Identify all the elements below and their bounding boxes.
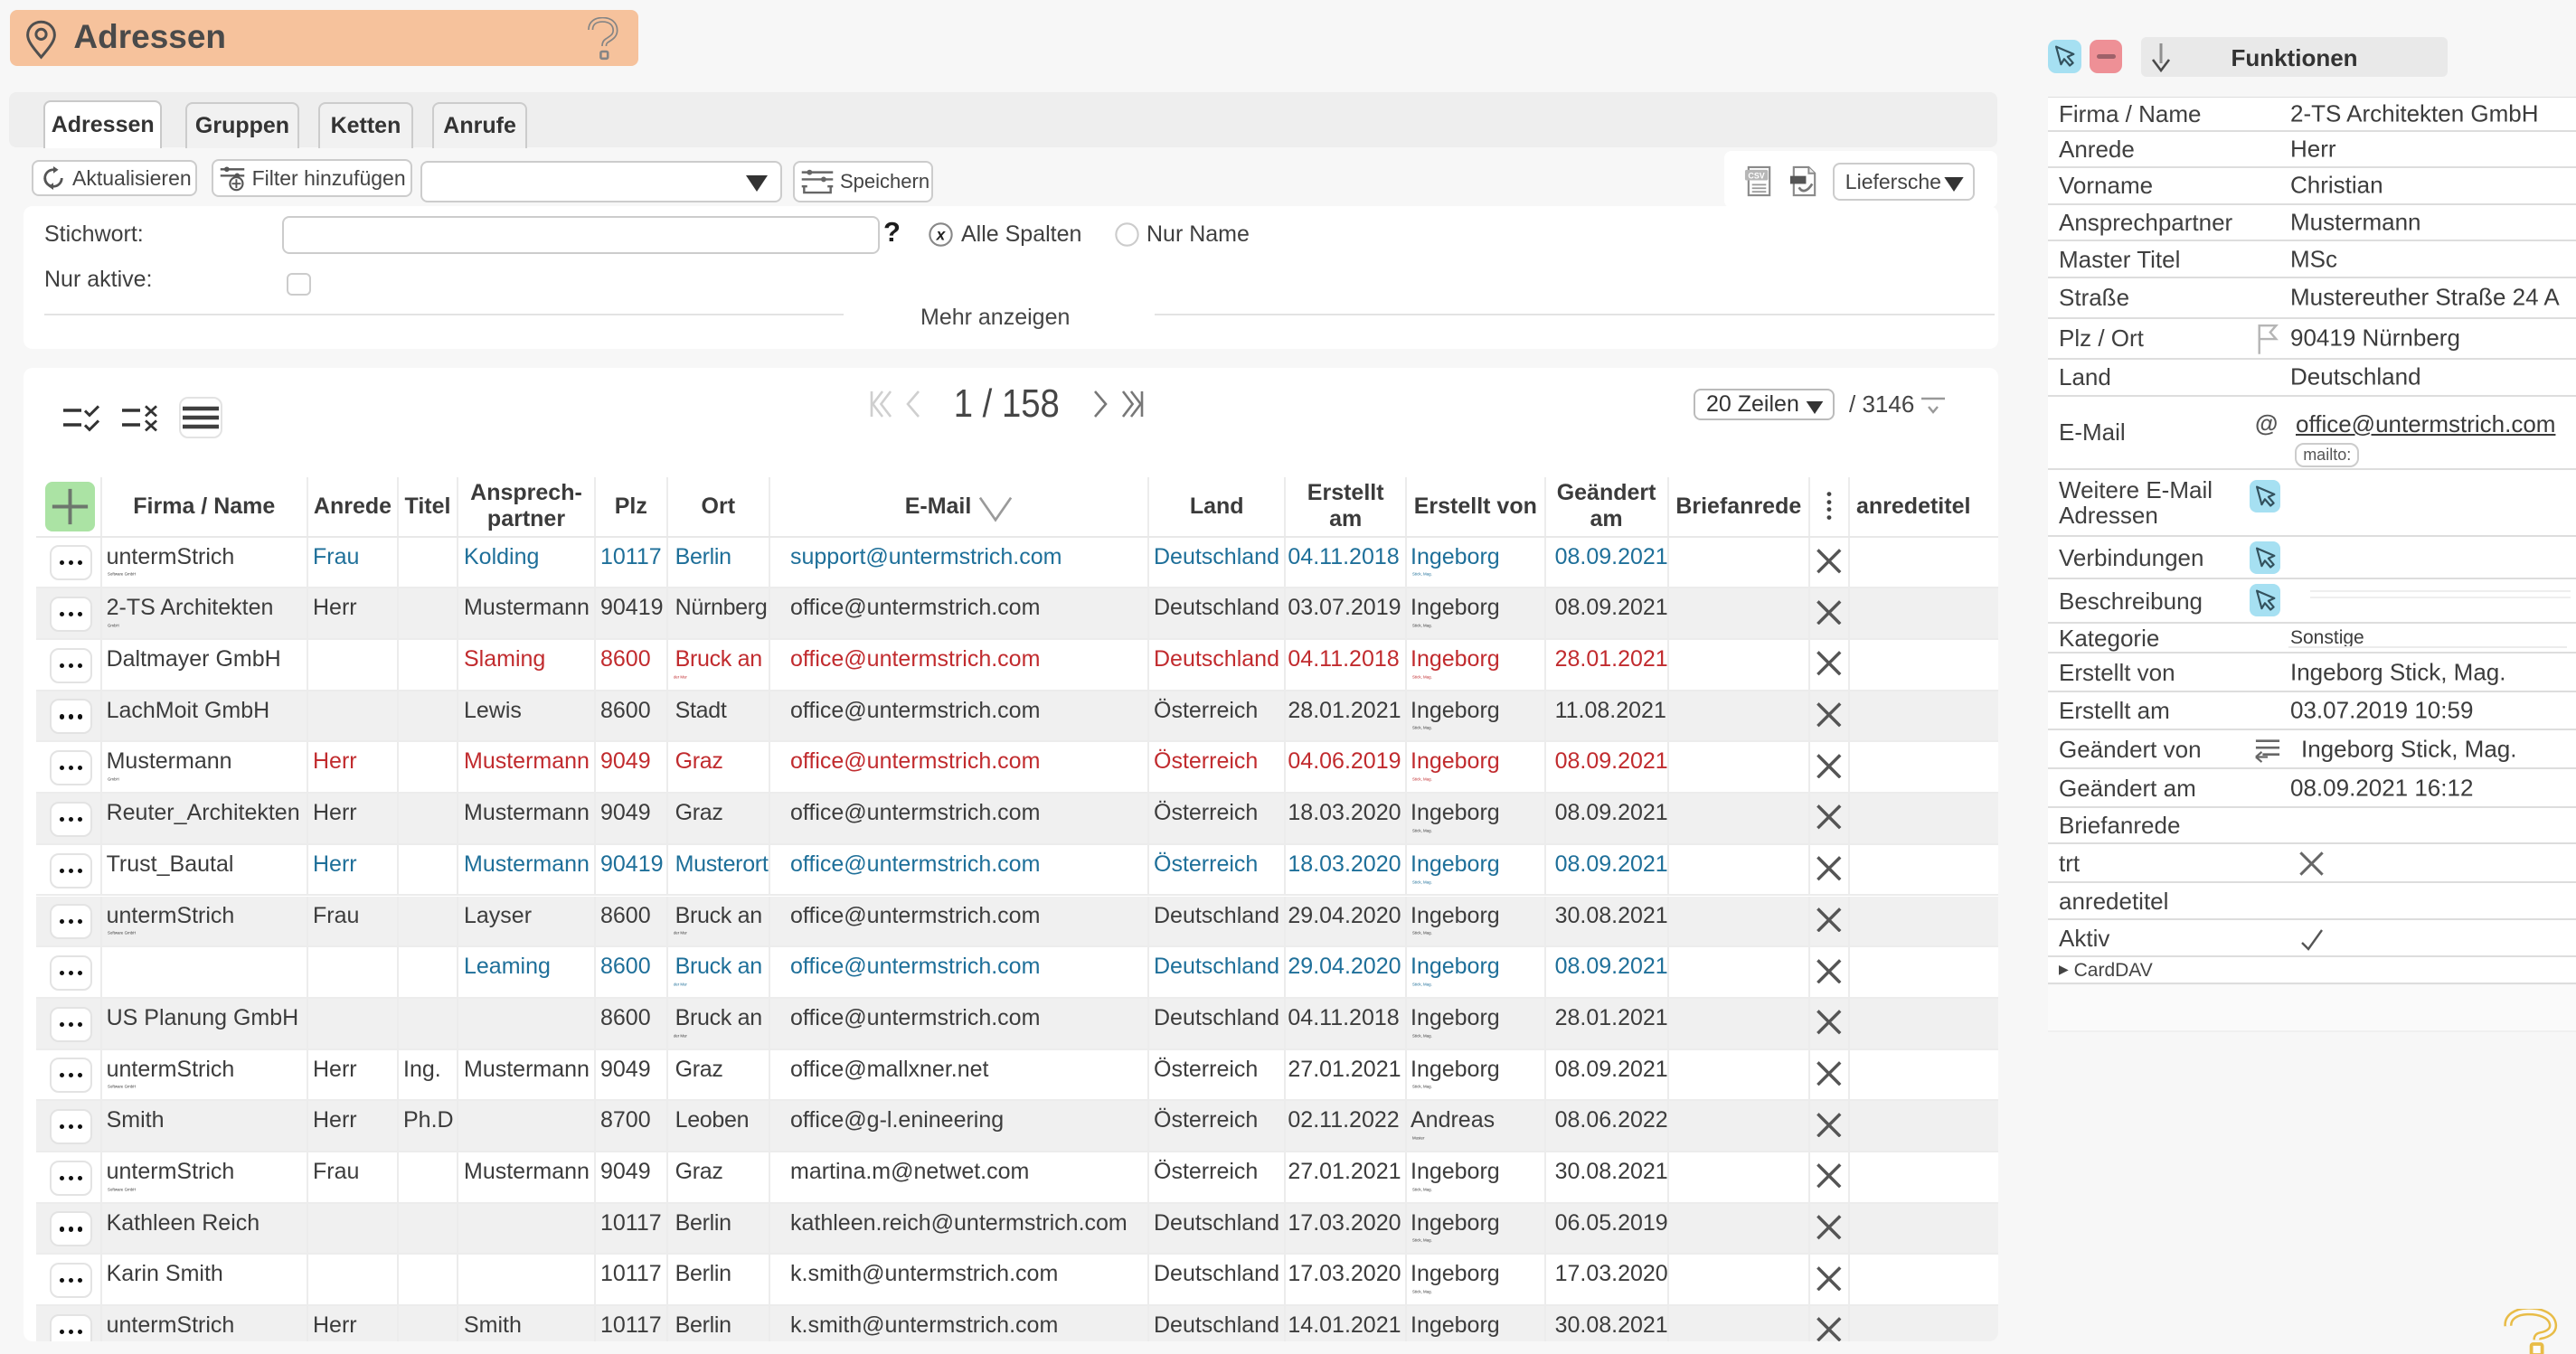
svg-text:CSV: CSV — [1748, 172, 1764, 181]
svg-text:x: x — [936, 226, 947, 244]
